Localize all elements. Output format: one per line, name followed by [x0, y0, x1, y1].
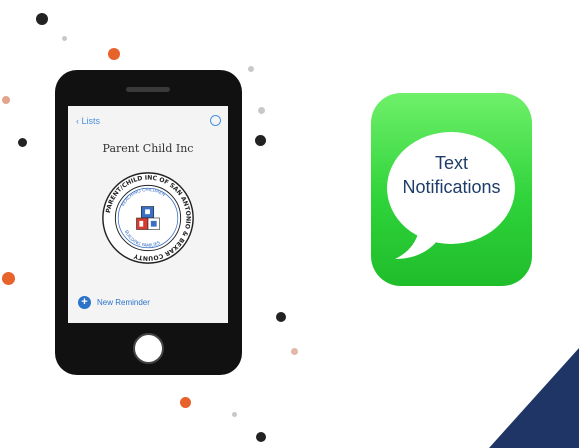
home-button [133, 333, 164, 364]
text-notifications-label: Text Notifications [371, 151, 532, 199]
info-icon[interactable] [210, 115, 221, 126]
back-link[interactable]: ‹ Lists [76, 116, 100, 126]
decorative-dot [276, 312, 286, 322]
label-line-1: Text [434, 153, 468, 173]
decorative-dot [255, 135, 266, 146]
decorative-dot [2, 272, 15, 285]
decorative-dot [248, 66, 254, 72]
back-label: Lists [81, 116, 101, 126]
decorative-dot [18, 138, 27, 147]
plus-icon: + [78, 296, 91, 309]
organization-seal-logo: PARENT/CHILD INC OF SAN ANTONIO & BEXAR … [102, 172, 194, 264]
decorative-dot [232, 412, 237, 417]
messages-app-icon: Text Notifications [371, 93, 532, 286]
new-reminder-button[interactable]: + New Reminder [78, 296, 150, 309]
decorative-dot [2, 96, 10, 104]
label-line-2: Notifications [402, 177, 501, 197]
new-reminder-label: New Reminder [97, 298, 150, 307]
corner-decoration [489, 348, 579, 448]
decorative-dot [180, 397, 191, 408]
screen-title: Parent Child Inc [102, 142, 194, 155]
smartphone-illustration: ‹ Lists Parent Child Inc PARENT/CHILD IN… [55, 70, 242, 375]
decorative-dot [256, 432, 266, 442]
decorative-dot [258, 107, 265, 114]
phone-screen: ‹ Lists Parent Child Inc PARENT/CHILD IN… [68, 106, 228, 323]
phone-speaker [126, 87, 170, 92]
decorative-dot [108, 48, 120, 60]
decorative-dot [36, 13, 48, 25]
decorative-dot [62, 36, 67, 41]
decorative-dot [291, 348, 298, 355]
